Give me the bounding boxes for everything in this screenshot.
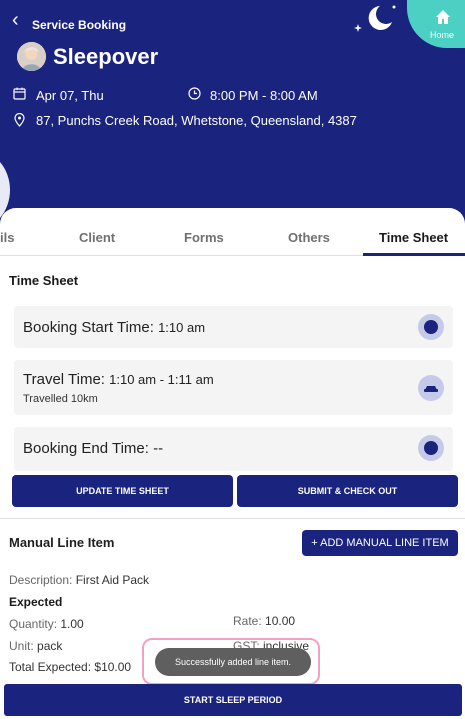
booking-start-value: 1:10 am — [158, 320, 206, 335]
location-pin-icon — [14, 112, 25, 132]
quantity-label: Quantity: — [9, 617, 58, 631]
success-toast: Successfully added line item. — [155, 648, 311, 676]
quantity-value: 1.00 — [60, 617, 84, 631]
travel-time-label: Travel Time: — [23, 371, 105, 388]
total-expected-value: $10.00 — [94, 660, 132, 674]
booking-end-value: -- — [153, 440, 164, 457]
clock-icon — [188, 87, 201, 105]
submit-check-out-button[interactable]: SUBMIT & CHECK OUT — [237, 475, 458, 507]
clock-button-icon[interactable] — [418, 314, 444, 340]
tab-bar: ils Client Forms Others Time Sheet — [0, 230, 465, 256]
description: Description: First Aid Pack — [9, 573, 149, 587]
unit: Unit: pack — [9, 639, 62, 653]
page-title: Sleepover — [53, 44, 159, 69]
timesheet-section-title: Time Sheet — [9, 273, 79, 288]
quantity: Quantity: 1.00 — [9, 617, 84, 631]
booking-start-row: Booking Start Time: 1:10 am — [14, 306, 453, 348]
booking-address: 87, Punchs Creek Road, Whetstone, Queens… — [36, 113, 357, 128]
tab-forms[interactable]: Forms — [184, 230, 224, 245]
tab-client[interactable]: Client — [79, 230, 115, 245]
booking-date: Apr 07, Thu — [36, 88, 104, 103]
moon-icon — [350, 2, 400, 43]
add-manual-line-item-button[interactable]: + ADD MANUAL LINE ITEM — [302, 530, 458, 556]
travel-time-value: 1:10 am - 1:11 am — [109, 372, 214, 387]
tab-others[interactable]: Others — [288, 230, 330, 245]
booking-end-label: Booking End Time: — [23, 440, 149, 457]
booking-time: 8:00 PM - 8:00 AM — [210, 88, 318, 103]
unit-value: pack — [37, 639, 63, 653]
booking-start-label: Booking Start Time: — [23, 319, 154, 336]
rate: Rate: 10.00 — [233, 614, 295, 628]
clock-button-icon[interactable] — [418, 435, 444, 461]
description-value: First Aid Pack — [75, 573, 150, 587]
update-time-sheet-button[interactable]: UPDATE TIME SHEET — [12, 475, 233, 507]
car-button-icon[interactable] — [418, 375, 444, 401]
back-arrow-icon[interactable]: ‹ — [12, 10, 19, 30]
home-label[interactable]: Home — [430, 30, 454, 40]
active-tab-indicator — [363, 253, 465, 256]
tab-time-sheet[interactable]: Time Sheet — [379, 230, 448, 245]
tab-details[interactable]: ils — [0, 230, 14, 245]
divider — [0, 518, 465, 519]
description-label: Description: — [9, 573, 73, 587]
expected-label: Expected — [9, 595, 63, 609]
booking-end-row: Booking End Time: -- — [14, 427, 453, 471]
total-expected-label: Total Expected: — [9, 660, 92, 674]
calendar-icon — [13, 87, 26, 105]
home-icon[interactable] — [434, 8, 452, 31]
booking-header: ‹ Service Booking Sleepover Apr 07, Thu … — [0, 0, 465, 230]
total-expected: Total Expected: $10.00 — [9, 660, 131, 674]
rate-value: 10.00 — [265, 614, 296, 628]
travel-distance: Travelled 10km — [23, 393, 98, 405]
travel-time-row: Travel Time: 1:10 am - 1:11 am Travelled… — [14, 360, 453, 415]
unit-label: Unit: — [9, 639, 34, 653]
avatar — [17, 42, 46, 71]
manual-line-item-title: Manual Line Item — [9, 535, 115, 550]
rate-label: Rate: — [233, 614, 262, 628]
back-label[interactable]: Service Booking — [32, 18, 126, 32]
start-sleep-period-button[interactable]: START SLEEP PERIOD — [4, 684, 462, 716]
